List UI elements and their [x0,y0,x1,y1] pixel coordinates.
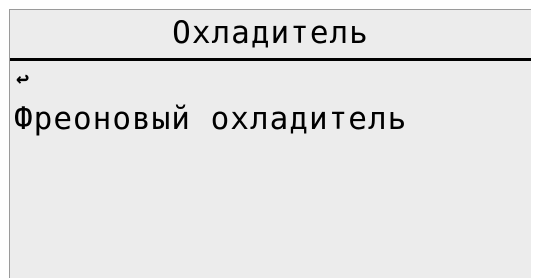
title-divider [10,58,531,61]
lcd-screen: Охладитель ↩ Фреоновый охладитель [9,9,531,278]
menu-item-freon-cooler[interactable]: Фреоновый охладитель [14,100,407,138]
page-title: Охладитель [172,15,369,51]
return-arrow-icon[interactable]: ↩ [16,68,29,92]
